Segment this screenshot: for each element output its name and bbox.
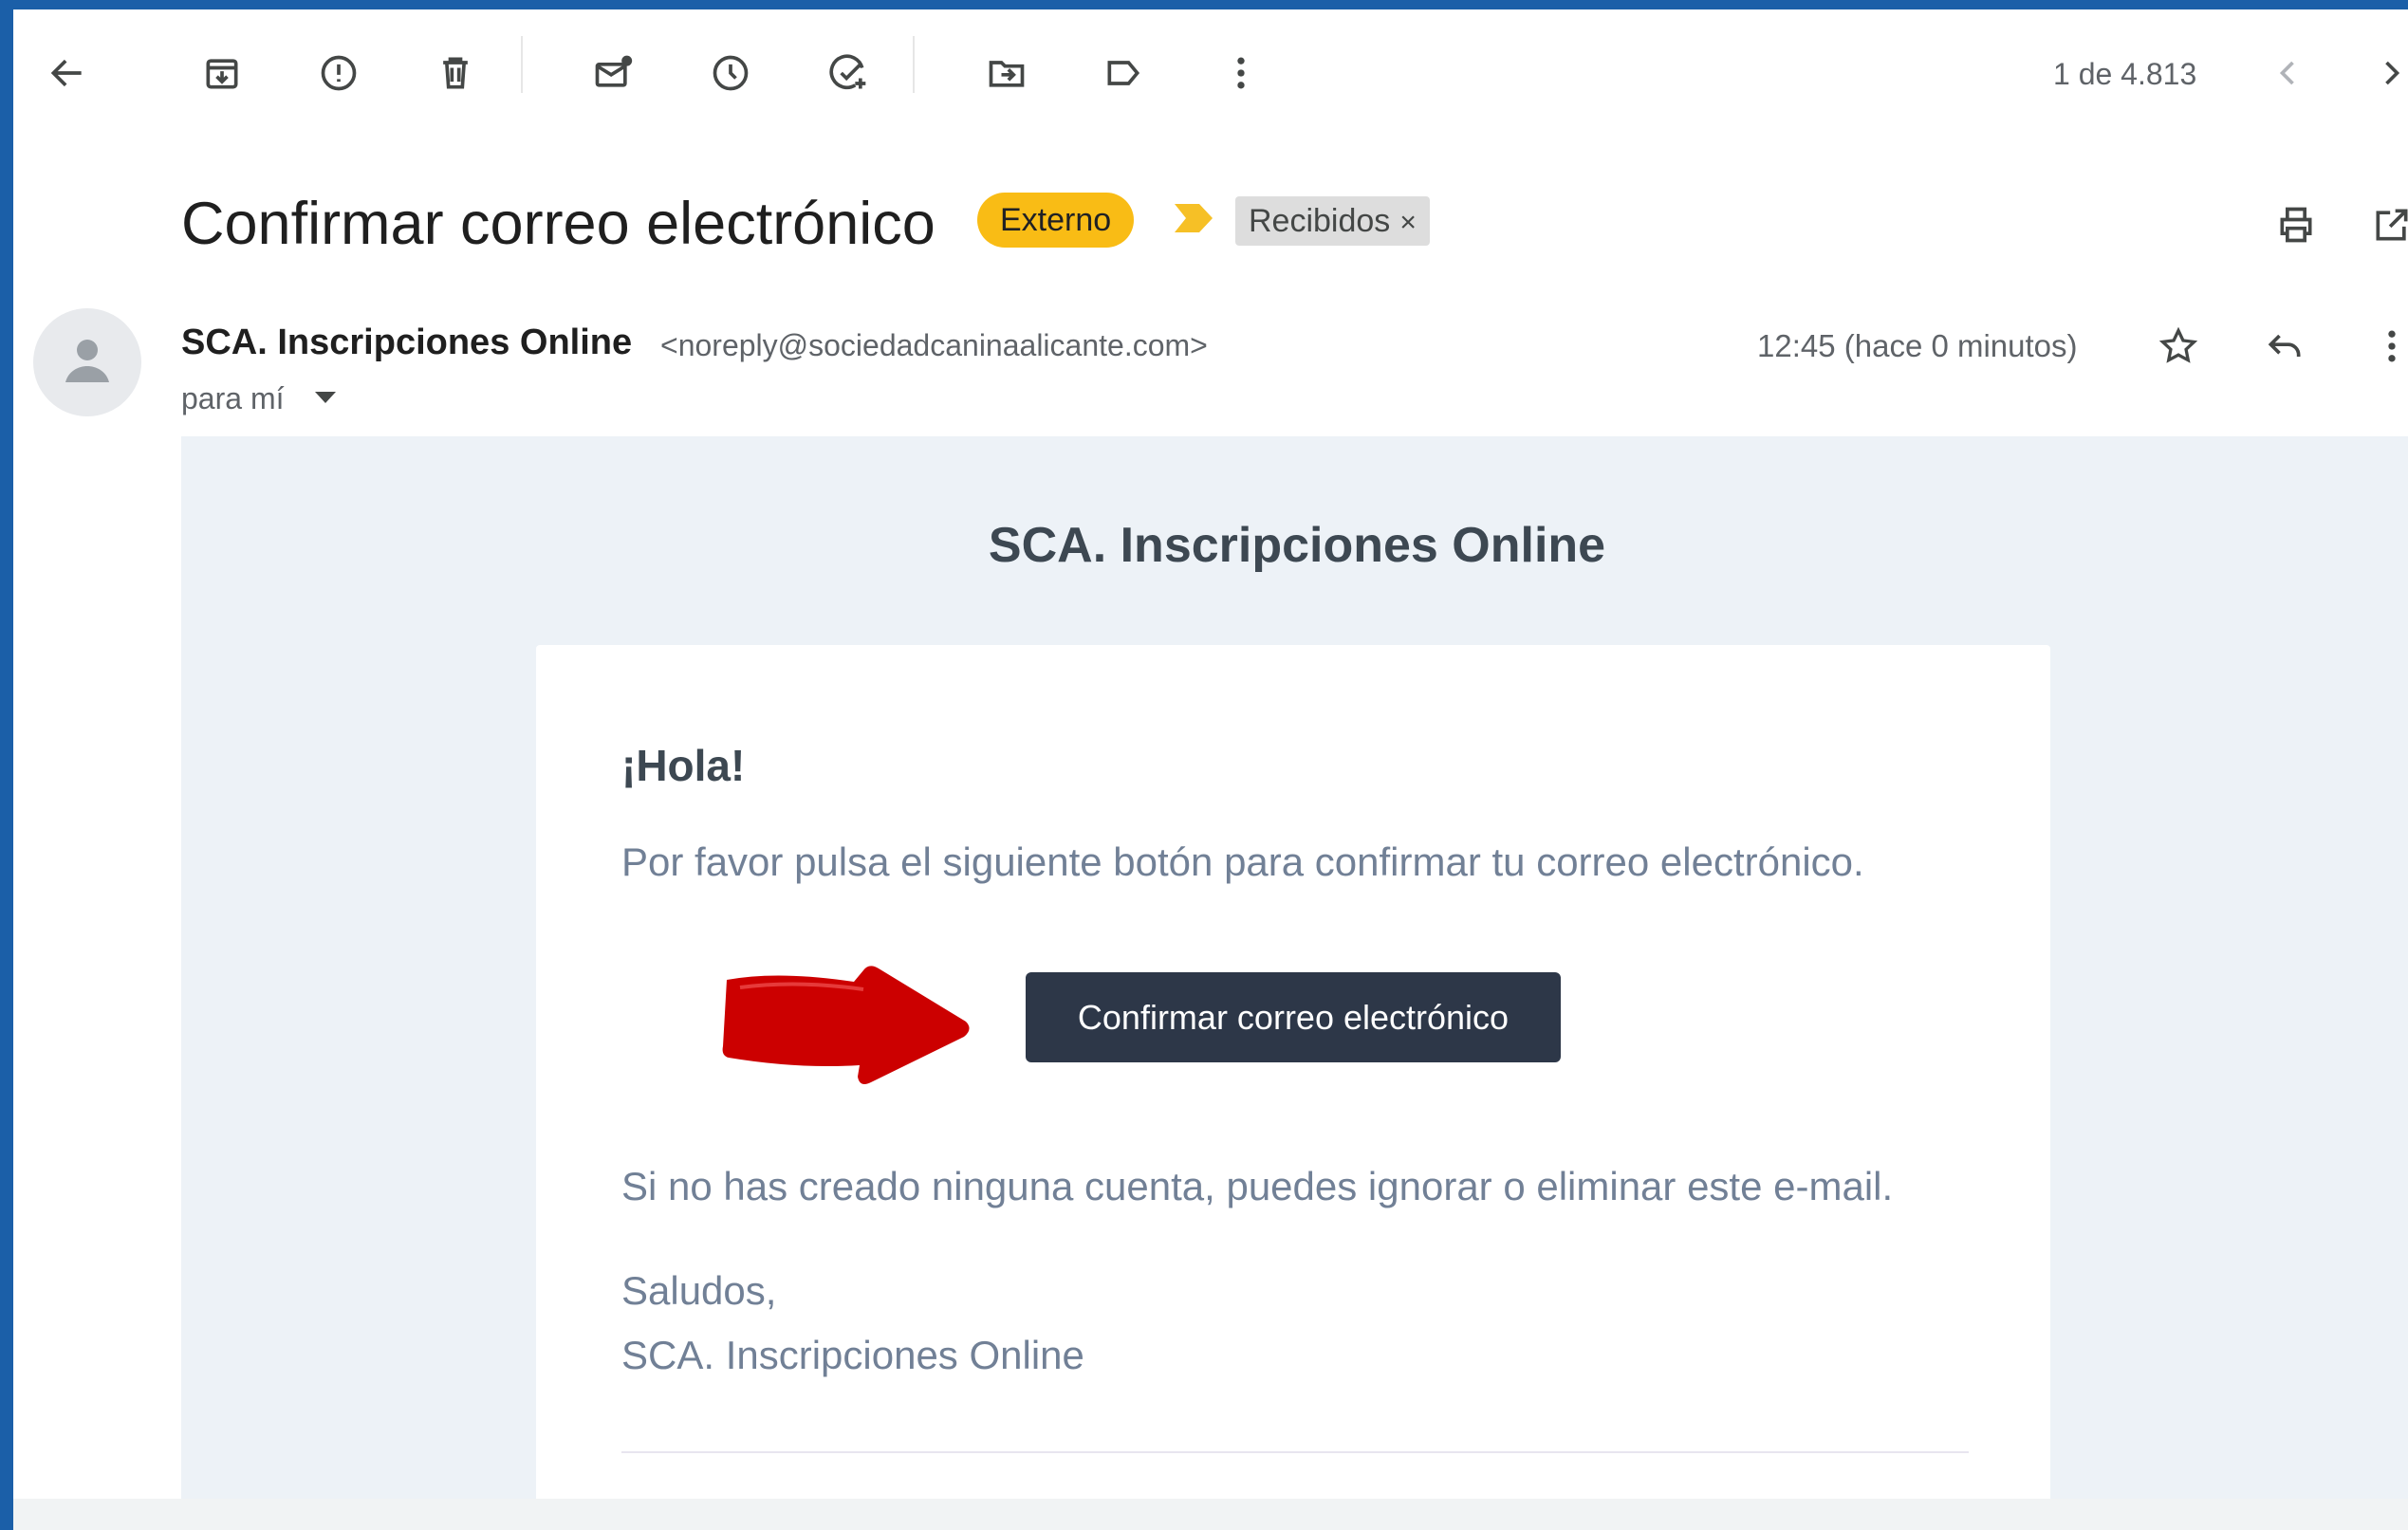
label-icon (1107, 61, 1140, 85)
gmail-reading-pane: 1 de 4.813 Confirmar correo electrónico … (13, 9, 2408, 1530)
toolbar-divider (913, 36, 915, 93)
label-button[interactable] (1093, 43, 1154, 103)
back-arrow-icon (50, 59, 82, 87)
print-icon (2280, 207, 2312, 243)
move-to-icon (989, 61, 1025, 87)
older-button[interactable] (2362, 43, 2408, 103)
more-vert-icon (1237, 57, 1245, 89)
more-options-button[interactable] (1211, 43, 1271, 103)
star-button[interactable] (2148, 316, 2209, 377)
inbox-label[interactable]: Recibidos × (1235, 196, 1430, 246)
email-divider (621, 1451, 1969, 1453)
email-salutation: Saludos, (621, 1268, 777, 1313)
email-card: ¡Hola! Por favor pulsa el siguiente botó… (536, 645, 2050, 1518)
email-disclaimer-text: Si no has creado ninguna cuenta, puedes … (621, 1164, 1894, 1208)
newer-button[interactable] (2257, 43, 2318, 103)
subject-heading: Confirmar correo electrónico (181, 191, 935, 257)
back-button[interactable] (37, 43, 98, 103)
remove-label-icon[interactable]: × (1399, 207, 1417, 238)
add-task-button[interactable] (818, 43, 879, 103)
email-signature: SCA. Inscripciones Online (621, 1333, 1084, 1377)
chevron-left-icon (2279, 61, 2294, 85)
star-icon (2158, 326, 2198, 363)
archive-button[interactable] (192, 43, 252, 103)
email-greeting: ¡Hola! (621, 741, 746, 790)
print-button[interactable] (2266, 194, 2326, 255)
mark-unread-button[interactable] (583, 43, 643, 103)
email-body: SCA. Inscripciones Online ¡Hola! Por fav… (181, 436, 2408, 1518)
open-new-window-icon (2376, 209, 2408, 241)
email-intro-text: Por favor pulsa el siguiente botón para … (621, 839, 1864, 884)
open-new-window-button[interactable] (2362, 194, 2408, 255)
message-counter: 1 de 4.813 (2053, 57, 2197, 91)
importance-marker-icon[interactable] (1173, 202, 1214, 234)
message-time: 12:45 (hace 0 minutos) (1757, 328, 2078, 363)
snooze-icon (713, 55, 749, 91)
chevron-right-icon (2385, 61, 2400, 85)
message-more-button[interactable] (2362, 316, 2408, 377)
avatar[interactable] (33, 308, 141, 416)
delete-button[interactable] (425, 43, 486, 103)
external-label: Externo (977, 193, 1135, 248)
report-spam-button[interactable] (308, 43, 369, 103)
add-task-icon (829, 54, 866, 90)
toolbar-divider (521, 36, 523, 93)
avatar-icon (65, 340, 109, 382)
sender-name[interactable]: SCA. Inscripciones Online (181, 323, 632, 363)
more-vert-icon (2388, 330, 2396, 362)
move-to-button[interactable] (976, 43, 1037, 103)
snooze-button[interactable] (700, 43, 761, 103)
recipient-details-chevron-icon[interactable] (315, 392, 336, 403)
bottom-strip (13, 1499, 2408, 1530)
mark-unread-icon (595, 55, 633, 87)
reply-icon (2268, 334, 2301, 357)
arrow-pointer-icon (722, 966, 970, 1084)
confirm-email-button[interactable]: Confirmar correo electrónico (1026, 972, 1561, 1062)
sender-email: <noreply@sociedadcaninaalicante.com> (660, 328, 1208, 362)
archive-icon (206, 59, 238, 89)
inbox-label-text: Recibidos (1249, 203, 1391, 239)
report-spam-icon (321, 55, 357, 91)
trash-icon (443, 57, 468, 89)
email-brand-title: SCA. Inscripciones Online (988, 518, 1606, 573)
reply-button[interactable] (2254, 316, 2315, 377)
recipient-line: para mí (181, 381, 285, 415)
